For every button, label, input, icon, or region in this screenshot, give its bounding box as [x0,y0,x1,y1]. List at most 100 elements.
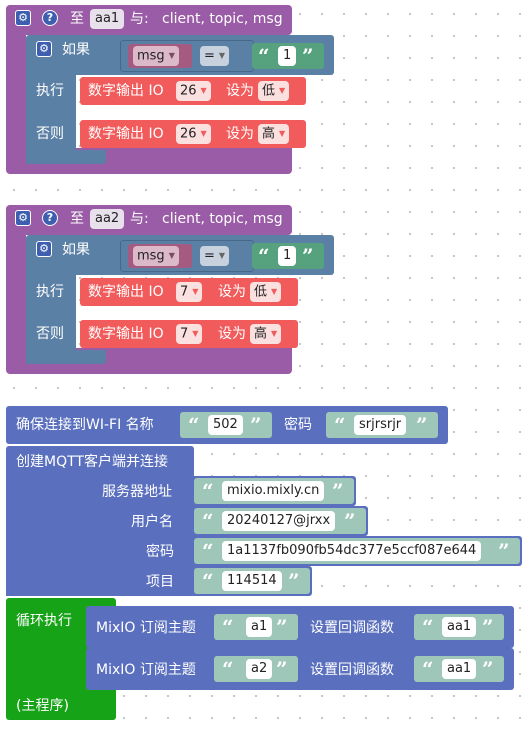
quote-icon: “ [188,413,200,437]
quote-icon: “ [202,539,214,563]
quote-icon: “ [258,244,270,268]
level-dropdown[interactable]: 低 ▼ [258,81,290,101]
digital-write-label: 数字输出 IO [88,83,164,99]
if-else-footer [26,150,106,164]
if-label: 如果 [62,42,90,58]
level-dropdown[interactable]: 高 ▼ [258,124,290,144]
quote-icon: ” [302,44,314,68]
gear-icon[interactable]: ⚙ [15,10,31,26]
callback-string-block[interactable]: “ aa1 ” [414,656,504,682]
topic-value[interactable]: a1 [246,617,273,637]
callback-value[interactable]: aa1 [442,617,477,637]
subscribe-label: MixIO 订阅主题 [96,662,196,678]
quote-icon: “ [334,413,346,437]
quote-icon: “ [422,657,434,681]
help-icon[interactable]: ? [42,210,58,226]
quote-icon: ” [416,413,428,437]
server-label: 服务器地址 [102,484,172,500]
subscribe-label: MixIO 订阅主题 [96,620,196,636]
gear-icon[interactable]: ⚙ [15,210,31,226]
callback-label: 设置回调函数 [310,662,394,678]
procedure-params: client, topic, msg [162,11,283,27]
username-string-block[interactable]: “ 20240127@jrxx ” [194,508,366,534]
procedure-params: client, topic, msg [162,211,283,227]
quote-icon: ” [344,509,356,533]
quote-icon: ” [276,615,288,639]
dropdown-arrow-icon: ▼ [168,251,175,260]
dropdown-arrow-icon: ▼ [200,129,207,138]
procedure-body-aa1 [6,30,26,150]
pin-dropdown[interactable]: 7 ▼ [176,324,203,344]
password-string-block[interactable]: “ srjrsrjr ” [326,412,438,438]
pin-dropdown[interactable]: 7 ▼ [176,282,203,302]
procedure-name-field[interactable]: aa2 [90,209,125,229]
quote-icon: ” [498,539,510,563]
string-value[interactable]: 1 [278,246,297,266]
set-label: 设为 [226,126,254,142]
level-dropdown[interactable]: 低 ▼ [250,282,282,302]
digital-write-label: 数字输出 IO [88,326,164,342]
digital-write-label: 数字输出 IO [88,126,164,142]
variable-dropdown[interactable]: msg ▼ [133,246,179,266]
callback-string-block[interactable]: “ aa1 ” [414,614,504,640]
project-string-block[interactable]: “ 114514 ” [194,568,310,594]
level-dropdown[interactable]: 高 ▼ [250,324,282,344]
wifi-password-value[interactable]: srjrsrjr [354,415,407,435]
topic-string-block[interactable]: “ a1 ” [214,614,298,640]
string-block[interactable]: “ 1 ” [252,243,324,269]
dropdown-arrow-icon: ▼ [168,51,175,60]
else-label: 否则 [36,126,64,142]
server-string-block[interactable]: “ mixio.mixly.cn ” [194,478,354,504]
main-program-label: (主程序) [16,698,69,714]
dropdown-arrow-icon: ▼ [218,51,226,60]
do-label: 执行 [36,284,64,300]
dropdown-arrow-icon: ▼ [192,287,199,296]
dropdown-arrow-icon: ▼ [218,251,226,260]
gear-icon[interactable]: ⚙ [36,41,52,57]
variable-dropdown[interactable]: msg ▼ [133,46,179,66]
quote-icon: ” [288,569,300,593]
quote-icon: “ [258,44,270,68]
mqtt-title: 创建MQTT客户端并连接 [16,454,168,470]
procedure-with-label: 与: [130,211,149,227]
dropdown-arrow-icon: ▼ [200,86,207,95]
ssid-value[interactable]: 502 [208,415,243,435]
mqtt-password-string-block[interactable]: “ 1a1137fb090fb54dc377e5ccf087e644 ” [194,538,520,564]
quote-icon: “ [222,657,234,681]
username-value[interactable]: 20240127@jrxx [222,511,336,531]
ssid-string-block[interactable]: “ 502 ” [180,412,272,438]
quote-icon: ” [276,657,288,681]
string-block[interactable]: “ 1 ” [252,43,324,69]
quote-icon: “ [202,569,214,593]
dropdown-arrow-icon: ▼ [279,86,286,95]
mqtt-password-value[interactable]: 1a1137fb090fb54dc377e5ccf087e644 [222,541,482,561]
procedure-name-field[interactable]: aa1 [90,9,125,29]
quote-icon: “ [202,479,214,503]
quote-icon: “ [202,509,214,533]
project-value[interactable]: 114514 [222,571,282,591]
procedure-to-label: 至 [70,11,84,27]
quote-icon: “ [222,615,234,639]
topic-string-block[interactable]: “ a2 ” [214,656,298,682]
dropdown-arrow-icon: ▼ [279,129,286,138]
loop-label: 循环执行 [16,613,72,629]
username-label: 用户名 [131,514,173,530]
if-else-footer [26,350,106,364]
help-icon[interactable]: ? [42,10,58,26]
wifi-label: 确保连接到WI-FI 名称 [16,417,154,433]
callback-value[interactable]: aa1 [442,659,477,679]
topic-value[interactable]: a2 [246,659,273,679]
operator-dropdown[interactable]: = ▼ [200,46,230,66]
gear-icon[interactable]: ⚙ [36,241,52,257]
else-label: 否则 [36,326,64,342]
project-label: 项目 [146,574,174,590]
pin-dropdown[interactable]: 26 ▼ [176,81,211,101]
pin-dropdown[interactable]: 26 ▼ [176,124,211,144]
quote-icon: ” [332,479,344,503]
quote-icon: ” [302,244,314,268]
set-label: 设为 [226,83,254,99]
string-value[interactable]: 1 [278,46,297,66]
callback-label: 设置回调函数 [310,620,394,636]
server-value[interactable]: mixio.mixly.cn [222,481,325,501]
operator-dropdown[interactable]: = ▼ [200,246,230,266]
